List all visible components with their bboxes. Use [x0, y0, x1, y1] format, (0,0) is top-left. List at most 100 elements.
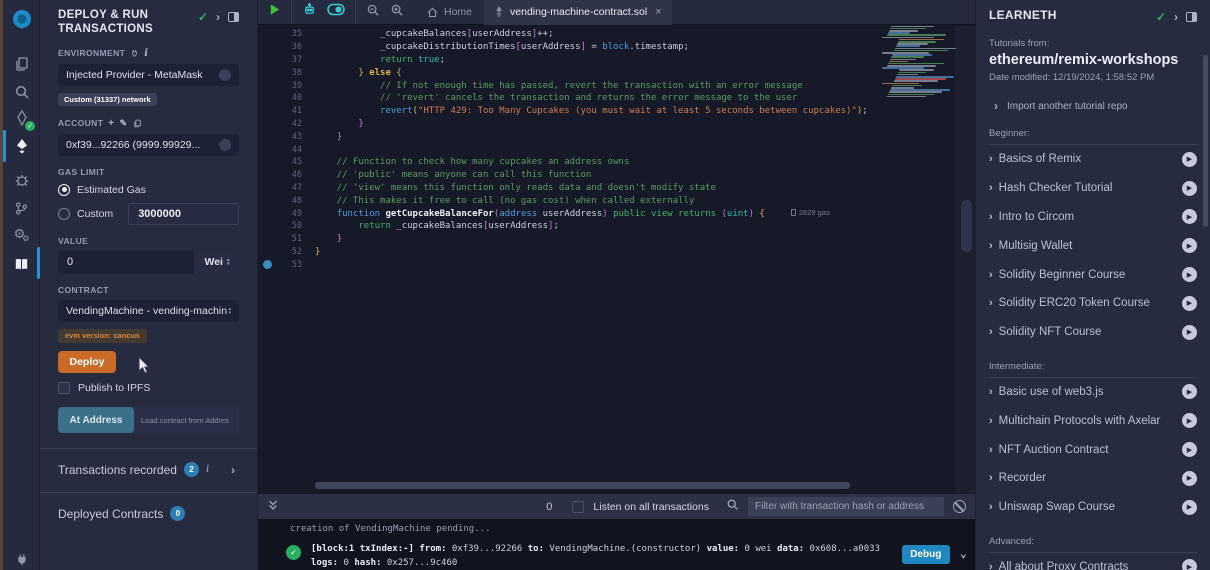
environment-extra-icon[interactable]: [219, 69, 231, 81]
tutorial-expand-icon[interactable]: ›: [989, 326, 993, 338]
tutorial-expand-icon[interactable]: ›: [989, 472, 993, 484]
at-address-button[interactable]: At Address: [58, 407, 134, 433]
zoom-in-icon[interactable]: [390, 3, 404, 22]
custom-gas-radio[interactable]: [58, 208, 70, 220]
transactions-recorded-row[interactable]: Transactions recorded 2 i ›: [58, 462, 239, 477]
value-unit-select[interactable]: Wei ▴▾: [195, 251, 239, 274]
line-number[interactable]: 47: [258, 183, 302, 193]
tutorial-item[interactable]: ›Intro to Circom▶: [989, 203, 1197, 232]
solidity-compiler-icon[interactable]: ✓: [3, 104, 40, 132]
tx-expand-icon[interactable]: ⌄: [960, 546, 967, 560]
value-input[interactable]: 0: [58, 251, 194, 274]
tutorial-item[interactable]: ›Multichain Protocols with Axelar▶: [989, 406, 1197, 435]
tutorial-expand-icon[interactable]: ›: [989, 561, 993, 570]
line-number[interactable]: 44: [258, 145, 302, 155]
tutorial-expand-icon[interactable]: ›: [989, 182, 993, 194]
add-account-icon[interactable]: +: [108, 118, 114, 129]
play-tutorial-button[interactable]: ▶: [1182, 500, 1197, 515]
tutorial-item[interactable]: ›Uniswap Swap Course▶: [989, 493, 1197, 522]
remix-logo-icon[interactable]: [3, 6, 40, 34]
line-number[interactable]: 38: [258, 68, 302, 78]
tutorial-item[interactable]: ›Basic use of web3.js▶: [989, 378, 1197, 407]
tutorial-item[interactable]: ›Solidity ERC20 Token Course▶: [989, 289, 1197, 318]
editor-horizontal-scrollbar[interactable]: [315, 482, 850, 489]
listen-all-checkbox[interactable]: [572, 501, 584, 513]
search-icon[interactable]: [3, 78, 40, 106]
publish-ipfs-option[interactable]: Publish to IPFS: [58, 382, 239, 394]
zoom-out-icon[interactable]: [366, 3, 380, 22]
source-control-icon[interactable]: [3, 194, 40, 222]
file-explorer-icon[interactable]: [3, 50, 40, 78]
play-tutorial-button[interactable]: ▶: [1182, 384, 1197, 399]
line-number[interactable]: 46: [258, 170, 302, 180]
line-number[interactable]: 45: [258, 157, 302, 167]
import-repo-row[interactable]: › Import another tutorial repo: [989, 99, 1197, 113]
play-tutorial-button[interactable]: ▶: [1182, 152, 1197, 167]
play-tutorial-button[interactable]: ▶: [1182, 181, 1197, 196]
tutorial-expand-icon[interactable]: ›: [989, 501, 993, 513]
line-number[interactable]: 39: [258, 81, 302, 91]
learneth-collapse-icon[interactable]: ›: [1174, 10, 1178, 24]
terminal-filter-input[interactable]: [748, 497, 944, 516]
panel-pin-icon[interactable]: [228, 12, 239, 22]
deployed-contracts-row[interactable]: Deployed Contracts 0: [58, 506, 239, 521]
estimated-gas-option[interactable]: Estimated Gas: [58, 184, 239, 196]
tutorial-expand-icon[interactable]: ›: [989, 153, 993, 165]
play-tutorial-button[interactable]: ▶: [1182, 209, 1197, 224]
line-number[interactable]: 43: [258, 132, 302, 142]
tutorial-expand-icon[interactable]: ›: [989, 386, 993, 398]
tutorial-item[interactable]: ›Solidity Beginner Course▶: [989, 260, 1197, 289]
tutorial-item[interactable]: ›NFT Auction Contract▶: [989, 435, 1197, 464]
tutorial-item[interactable]: ›All about Proxy Contracts▶: [989, 553, 1197, 570]
tutorial-item[interactable]: ›Hash Checker Tutorial▶: [989, 174, 1197, 203]
line-number[interactable]: 37: [258, 55, 302, 65]
tutorial-expand-icon[interactable]: ›: [989, 211, 993, 223]
learneth-scrollbar[interactable]: [1203, 55, 1208, 227]
tutorial-item[interactable]: ›Basics of Remix▶: [989, 145, 1197, 174]
debugger-icon[interactable]: [3, 166, 40, 194]
unit-stepper-icon[interactable]: ▴▾: [227, 258, 230, 266]
line-number[interactable]: 41: [258, 106, 302, 116]
line-number[interactable]: 52: [258, 247, 302, 257]
deploy-button[interactable]: Deploy: [58, 351, 116, 373]
tutorial-expand-icon[interactable]: ›: [989, 240, 993, 252]
tutorial-expand-icon[interactable]: ›: [989, 269, 993, 281]
clear-console-icon[interactable]: [953, 500, 966, 513]
edit-account-icon[interactable]: ✎: [120, 118, 128, 129]
copilot-toggle-icon[interactable]: [327, 3, 345, 21]
custom-gas-option[interactable]: Custom 3000000: [58, 203, 239, 225]
line-number[interactable]: 40: [258, 93, 302, 103]
play-tutorial-button[interactable]: ▶: [1182, 471, 1197, 486]
line-number[interactable]: 35: [258, 29, 302, 39]
close-tab-icon[interactable]: ×: [655, 6, 661, 18]
account-select[interactable]: 0xf39...92266 (9999.99929...: [58, 134, 239, 156]
publish-ipfs-checkbox[interactable]: [58, 382, 70, 394]
transaction-log-row[interactable]: ✓ [block:1 txIndex:-] from: 0xf39...9226…: [258, 543, 975, 570]
deploy-run-icon[interactable]: [3, 132, 40, 160]
line-number[interactable]: 50: [258, 221, 302, 231]
play-tutorial-button[interactable]: ▶: [1182, 325, 1197, 340]
environment-select[interactable]: Injected Provider - MetaMask: [58, 64, 239, 86]
line-number[interactable]: 49: [258, 209, 302, 219]
line-number[interactable]: 51: [258, 234, 302, 244]
terminal-collapse-icon[interactable]: [267, 498, 279, 516]
copy-account-icon[interactable]: [133, 119, 142, 128]
tutorial-expand-icon[interactable]: ›: [989, 297, 993, 309]
line-number[interactable]: 36: [258, 42, 302, 52]
account-extra-icon[interactable]: [219, 139, 231, 151]
play-tutorial-button[interactable]: ▶: [1182, 413, 1197, 428]
learneth-book-icon[interactable]: [3, 250, 40, 278]
tutorial-expand-icon[interactable]: ›: [989, 415, 993, 427]
environment-info-icon[interactable]: i: [144, 48, 148, 59]
tutorial-item[interactable]: ›Recorder▶: [989, 464, 1197, 493]
transactions-info-icon[interactable]: i: [206, 464, 209, 475]
estimated-gas-radio[interactable]: [58, 184, 70, 196]
line-number[interactable]: 48: [258, 196, 302, 206]
tutorial-expand-icon[interactable]: ›: [989, 444, 993, 456]
plugin-manager-icon[interactable]: ⚙⚙: [3, 220, 40, 248]
custom-gas-input[interactable]: 3000000: [128, 203, 239, 225]
panel-collapse-icon[interactable]: ›: [216, 10, 220, 24]
editor-tab[interactable]: vending-machine-contract.sol ×: [484, 0, 672, 25]
line-number[interactable]: 42: [258, 119, 302, 129]
run-script-icon[interactable]: [268, 3, 281, 21]
